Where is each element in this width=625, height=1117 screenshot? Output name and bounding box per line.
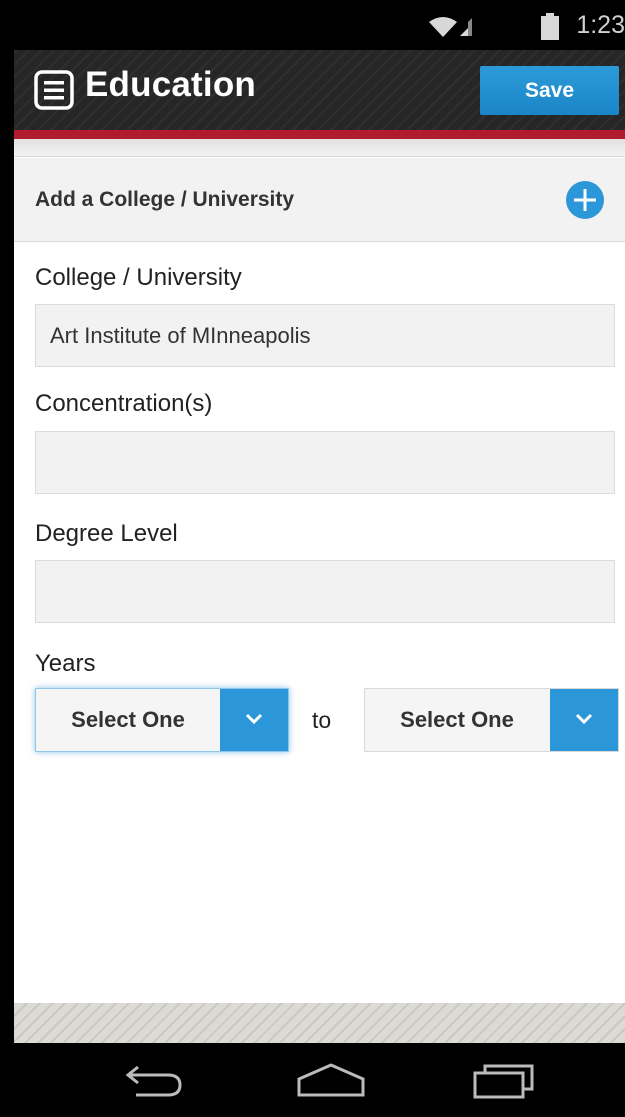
add-college-row[interactable]: Add a College / University: [14, 158, 625, 242]
menu-icon[interactable]: [34, 70, 74, 110]
clock: 1:23: [576, 11, 625, 39]
navigation-bar: [14, 1043, 625, 1117]
battery-icon: [541, 13, 559, 45]
year-to-select[interactable]: Select One: [364, 688, 619, 752]
save-button[interactable]: Save: [480, 66, 619, 115]
degree-level-label: Degree Level: [35, 520, 178, 547]
chevron-down-icon[interactable]: [550, 689, 618, 751]
action-bar: Education Save: [14, 50, 625, 130]
page-title: Education: [85, 65, 256, 104]
wifi-icon: [427, 14, 487, 43]
years-label: Years: [35, 650, 96, 677]
divider: [14, 139, 625, 157]
home-icon[interactable]: [295, 1061, 367, 1106]
concentration-label: Concentration(s): [35, 390, 213, 417]
years-separator: to: [312, 707, 332, 733]
plus-icon[interactable]: [566, 181, 604, 219]
chevron-down-icon[interactable]: [220, 689, 288, 751]
footer-pattern: [14, 1003, 625, 1043]
year-from-select[interactable]: Select One: [35, 688, 289, 752]
back-icon[interactable]: [122, 1061, 184, 1106]
status-bar: 1:23: [14, 0, 625, 50]
year-to-value: Select One: [400, 707, 514, 732]
device-frame: 1:23 Education Save Add a College / Univ…: [0, 0, 625, 1117]
accent-stripe: [14, 130, 625, 139]
recents-icon[interactable]: [472, 1061, 536, 1106]
screen: 1:23 Education Save Add a College / Univ…: [14, 0, 625, 1117]
add-college-label: Add a College / University: [35, 188, 295, 211]
year-from-value: Select One: [71, 707, 185, 732]
concentration-field[interactable]: [35, 431, 615, 494]
college-field[interactable]: Art Institute of MInneapolis: [35, 304, 615, 367]
college-label: College / University: [35, 264, 242, 291]
degree-level-field[interactable]: [35, 560, 615, 623]
